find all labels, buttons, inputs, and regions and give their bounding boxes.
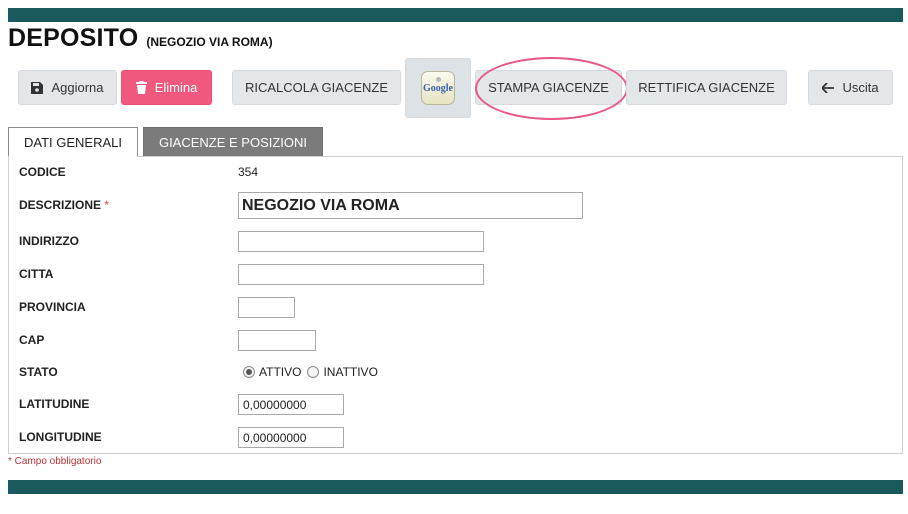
longitudine-label: LONGITUDINE [19, 430, 102, 444]
longitudine-input[interactable] [238, 427, 344, 448]
codice-value: 354 [238, 165, 259, 179]
stampa-giacenze-button[interactable]: STAMPA GIACENZE [475, 70, 622, 105]
rettifica-giacenze-button[interactable]: RETTIFICA GIACENZE [626, 70, 787, 105]
map-pin-icon [436, 77, 441, 82]
ricalcola-giacenze-button[interactable]: RICALCOLA GIACENZE [232, 70, 401, 105]
required-mark: * [104, 198, 110, 212]
arrow-left-icon [822, 82, 835, 93]
codice-label: CODICE [19, 165, 66, 179]
tab-dati-generali[interactable]: DATI GENERALI [8, 127, 138, 157]
citta-label: CITTA [19, 267, 54, 281]
google-maps-button[interactable]: Google [405, 58, 471, 118]
descrizione-input[interactable] [238, 192, 583, 219]
indirizzo-label: INDIRIZZO [19, 234, 79, 248]
page-header: DEPOSITO (NEGOZIO VIA ROMA) [8, 24, 273, 52]
elimina-label: Elimina [154, 80, 198, 95]
stato-inattivo-radio[interactable] [307, 366, 320, 378]
google-maps-icon: Google [421, 71, 455, 105]
aggiorna-label: Aggiorna [51, 80, 104, 95]
save-icon [31, 81, 44, 94]
cap-label: CAP [19, 333, 45, 347]
stato-radio-group: ATTIVO INATTIVO [243, 365, 378, 379]
uscita-button[interactable]: Uscita [808, 70, 893, 105]
trash-icon [135, 81, 147, 94]
aggiorna-button[interactable]: Aggiorna [18, 70, 117, 105]
descrizione-label-text: DESCRIZIONE [19, 198, 102, 212]
google-logo-text: Google [423, 82, 453, 94]
stato-inattivo-label[interactable]: INATTIVO [323, 365, 377, 379]
stato-attivo-radio[interactable] [243, 366, 255, 378]
elimina-button[interactable]: Elimina [121, 70, 212, 105]
citta-input[interactable] [238, 264, 484, 285]
latitudine-input[interactable] [238, 394, 344, 415]
provincia-input[interactable] [238, 297, 295, 318]
indirizzo-input[interactable] [238, 231, 484, 252]
stato-attivo-label[interactable]: ATTIVO [259, 365, 301, 379]
required-footnote: * Campo obbligatorio [8, 456, 102, 467]
bottom-bar [8, 480, 903, 494]
tab-giacenze-e-posizioni[interactable]: GIACENZE E POSIZIONI [143, 127, 323, 157]
latitudine-label: LATITUDINE [19, 397, 90, 411]
top-bar [8, 8, 903, 22]
descrizione-label: DESCRIZIONE * [19, 198, 109, 212]
provincia-label: PROVINCIA [19, 300, 86, 314]
page-subtitle: (NEGOZIO VIA ROMA) [146, 35, 273, 49]
uscita-label: Uscita [842, 80, 879, 95]
page-title: DEPOSITO [8, 24, 139, 52]
stato-label: STATO [19, 365, 58, 379]
cap-input[interactable] [238, 330, 316, 351]
